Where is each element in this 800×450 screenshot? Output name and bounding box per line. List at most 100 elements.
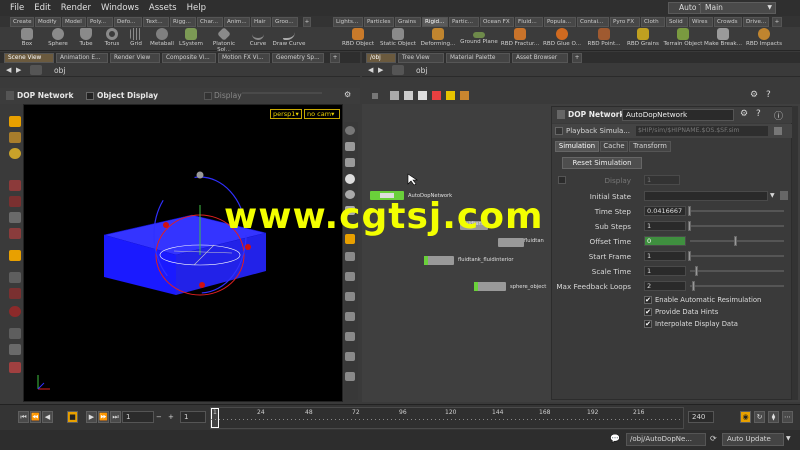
tool-tube[interactable]: Tube [74, 28, 98, 50]
snap-icon[interactable] [9, 272, 21, 283]
shelf-tab-modify[interactable]: Modify [35, 17, 61, 27]
initial-state-field[interactable] [644, 191, 768, 201]
move-tool-icon[interactable] [9, 132, 21, 143]
tab-asset-browser[interactable]: Asset Browser [512, 53, 568, 63]
shelf-tab-text[interactable]: Text... [143, 17, 169, 27]
tab-scene-view[interactable]: Scene View [4, 53, 54, 63]
flipbook-icon[interactable] [9, 344, 21, 355]
magnet-icon[interactable] [9, 288, 21, 299]
tool-ground-plane[interactable]: Ground Plane [458, 28, 500, 50]
interpolate-checkbox[interactable]: ✔ [644, 320, 652, 328]
max-feedback-knob[interactable] [692, 281, 695, 291]
back-icon[interactable]: ◀ [6, 66, 11, 74]
current-frame-field[interactable]: 1 [122, 411, 154, 423]
tool-rbd-impacts[interactable]: RBD Impacts [743, 28, 785, 50]
start-frame-field[interactable]: 1 [180, 411, 206, 423]
realtime-toggle-icon[interactable]: ◉ [740, 411, 751, 423]
desktop-select[interactable]: Main ▼ [700, 2, 776, 14]
sub-steps-slider[interactable] [690, 225, 784, 227]
network-box-icon[interactable] [460, 91, 469, 100]
status-path-field[interactable]: /obj/AutoDopNe... [626, 433, 706, 446]
tool-terrain-object[interactable]: Terrain Object [662, 28, 704, 50]
tool-sphere[interactable]: Sphere [44, 28, 72, 50]
forward-icon[interactable]: ▶ [16, 66, 21, 74]
guide-icon[interactable] [345, 352, 355, 361]
pane-pin-icon[interactable] [372, 93, 378, 99]
time-step-slider[interactable] [690, 210, 784, 212]
node-fluidtank-fluidinterior[interactable] [424, 256, 454, 265]
light-icon[interactable] [345, 174, 355, 184]
reset-simulation-button[interactable]: Reset Simulation [562, 157, 642, 169]
forward-icon[interactable]: ▶ [378, 66, 383, 74]
shelf-tab-solid[interactable]: Solid [666, 17, 688, 27]
handle-tool-icon[interactable] [9, 180, 21, 191]
lock-icon[interactable] [345, 142, 355, 151]
tool-rbd-grains[interactable]: RBD Grains [624, 28, 662, 50]
tool-box[interactable]: Box [14, 28, 40, 50]
sticky-note-icon[interactable] [446, 91, 455, 100]
time-step-knob[interactable] [688, 206, 691, 216]
tool-metaball[interactable]: Metaball [148, 28, 176, 50]
start-frame-knob[interactable] [688, 251, 691, 261]
shelf-tab-cloth[interactable]: Cloth [641, 17, 665, 27]
shelf-tab-wires[interactable]: Wires [689, 17, 713, 27]
tab-tree-view[interactable]: Tree View [398, 53, 444, 63]
info-icon[interactable]: ⓘ [774, 109, 783, 122]
display-slider[interactable] [242, 92, 322, 94]
step-back-button[interactable]: ⏪ [30, 411, 41, 423]
help-icon[interactable]: ? [756, 109, 761, 119]
add-tab-icon[interactable]: + [330, 53, 340, 63]
data-hints-checkbox[interactable]: ✔ [644, 308, 652, 316]
tool-rbd-point[interactable]: RBD Point... [584, 28, 624, 50]
gear-icon[interactable]: ⚙ [750, 90, 758, 100]
shelf-tab-particles[interactable]: Particles [364, 17, 394, 27]
tool-rbd-fracture[interactable]: RBD Fractur... [500, 28, 540, 50]
gear-icon[interactable]: ⚙ [740, 109, 748, 119]
shelf-tab-popula[interactable]: Popula... [544, 17, 576, 27]
refresh-icon[interactable]: ⟳ [710, 434, 717, 443]
tool-platonic[interactable]: Platonic Sol... [206, 27, 242, 53]
max-feedback-field[interactable]: 2 [644, 281, 686, 291]
chat-icon[interactable]: 💬 [610, 434, 620, 443]
shelf-tab-crowds[interactable]: Crowds [714, 17, 742, 27]
tab-geometry-spreadsheet[interactable]: Geometry Sp... [272, 53, 324, 63]
tool-deforming[interactable]: Deforming... [418, 28, 458, 50]
update-mode-select[interactable]: Auto Update [722, 433, 784, 446]
scene-viewport[interactable]: persp1▾ no cam▾ [23, 104, 343, 402]
playback-checkbox[interactable] [555, 127, 563, 135]
offset-time-slider[interactable] [690, 240, 784, 242]
node-fluidtank-2[interactable] [498, 238, 524, 247]
pose-tool-icon[interactable] [9, 196, 21, 207]
menu-file[interactable]: File [10, 3, 24, 13]
tool-rbd-object[interactable]: RBD Object [338, 28, 378, 50]
enable-resim-checkbox[interactable]: ✔ [644, 296, 652, 304]
shelf-tab-hair[interactable]: Hair [251, 17, 271, 27]
display-param-field[interactable]: 1 [644, 175, 680, 185]
file-browse-icon[interactable] [774, 127, 782, 135]
tab-cache[interactable]: Cache [600, 141, 628, 152]
plus-icon[interactable]: + [168, 413, 174, 421]
sub-steps-knob[interactable] [688, 221, 691, 231]
tab-motion-fx-view[interactable]: Motion FX Vi... [218, 53, 270, 63]
grid-view-icon[interactable] [418, 91, 427, 100]
play-reverse-button[interactable]: ◀ [42, 411, 53, 423]
camera-icon[interactable] [345, 158, 355, 167]
shelf-tab-fluid[interactable]: Fluid... [515, 17, 543, 27]
view-tool-icon[interactable] [9, 250, 21, 261]
tool-lsystem[interactable]: LSystem [178, 28, 204, 50]
menu-render[interactable]: Render [61, 3, 91, 13]
options-icon[interactable]: ⋯ [782, 411, 793, 423]
record-icon[interactable] [9, 306, 21, 317]
stats-icon[interactable] [345, 372, 355, 381]
timeline-ruler[interactable]: 1 24 48 72 96 120 144 168 192 216 [210, 407, 684, 429]
ruler-icon[interactable] [9, 362, 21, 373]
tab-simulation[interactable]: Simulation [555, 141, 599, 152]
start-frame-slider[interactable] [690, 255, 784, 257]
shelf-tab-rigid[interactable]: Rigid... [422, 17, 448, 27]
shelf-tab-anim[interactable]: Anim... [224, 17, 250, 27]
render-icon[interactable] [9, 328, 21, 339]
gear-icon[interactable]: ⚙ [344, 90, 351, 99]
node-chooser-icon[interactable] [780, 191, 788, 200]
chevron-down-icon[interactable]: ▼ [770, 192, 775, 199]
color-palette-icon[interactable] [432, 91, 441, 100]
